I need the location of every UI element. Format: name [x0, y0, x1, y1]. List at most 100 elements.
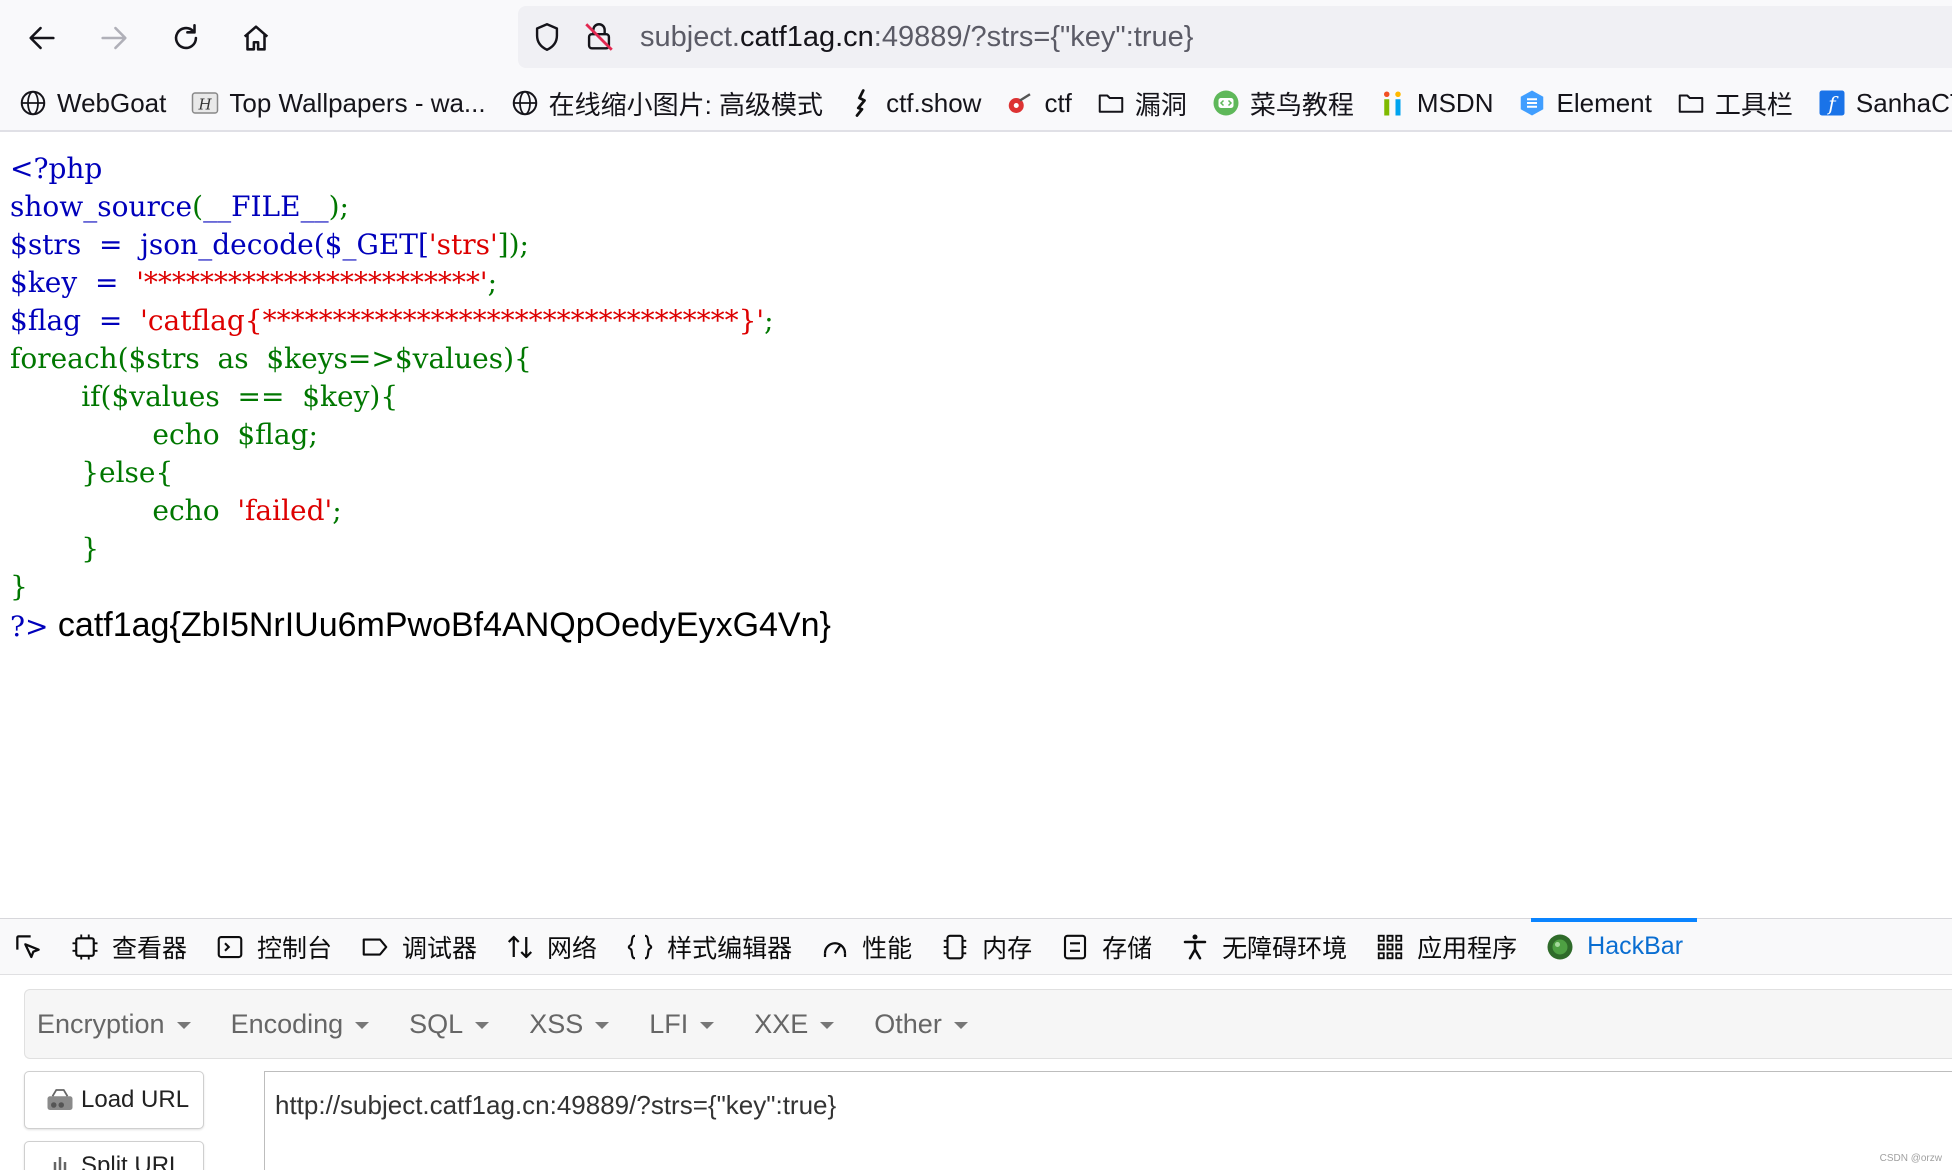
- address-bar[interactable]: subject.catf1ag.cn:49889/?strs={"key":tr…: [518, 6, 1952, 68]
- code-line: ?>: [10, 610, 49, 643]
- tab-hackbar[interactable]: HackBar: [1531, 917, 1697, 975]
- performance-icon: [823, 941, 847, 957]
- bookmark-sanhactf[interactable]: f SanhaCTF: [1817, 88, 1952, 119]
- navigation-toolbar: subject.catf1ag.cn:49889/?strs={"key":tr…: [0, 0, 1952, 76]
- bookmark-label: 在线缩小图片: 高级模式: [548, 89, 824, 120]
- folder-icon: [1096, 88, 1126, 118]
- tab-storage[interactable]: 存储: [1046, 919, 1166, 975]
- element-icon: [1517, 88, 1547, 118]
- debugger-icon: [362, 937, 388, 956]
- hackbar-menu-lfi[interactable]: LFI: [649, 1008, 715, 1040]
- home-button[interactable]: [232, 14, 280, 62]
- bookmark-folder-tools[interactable]: 工具栏: [1676, 85, 1793, 122]
- code-string: 'failed': [237, 494, 333, 527]
- url-prefix: subject.: [640, 21, 740, 53]
- tab-label: 应用程序: [1417, 934, 1518, 963]
- menu-label: Encryption: [37, 1008, 165, 1039]
- caret-down-icon: [475, 1022, 490, 1029]
- bookmark-webgoat[interactable]: WebGoat: [18, 88, 166, 119]
- ctfshow-icon: [847, 88, 877, 118]
- storage-icon: [1064, 934, 1087, 959]
- tab-accessibility[interactable]: 无障碍环境: [1166, 919, 1361, 975]
- code-line: echo $flag;: [10, 418, 318, 451]
- tab-inspector[interactable]: 查看器: [56, 919, 201, 975]
- caret-down-icon: [595, 1022, 610, 1029]
- style-editor-icon: [627, 934, 653, 959]
- memory-icon: [943, 934, 967, 959]
- sanhactf-icon: f: [1817, 88, 1847, 118]
- hackbar-menu-xxe[interactable]: XXE: [754, 1008, 835, 1040]
- bookmark-label: WebGoat: [57, 87, 167, 118]
- shield-icon[interactable]: [530, 20, 564, 54]
- insecure-lock-icon[interactable]: [582, 20, 616, 54]
- caret-down-icon: [953, 1022, 968, 1029]
- url-text[interactable]: subject.catf1ag.cn:49889/?strs={"key":tr…: [640, 21, 1193, 54]
- bookmark-top-wallpapers[interactable]: H Top Wallpapers - wa...: [190, 87, 486, 119]
- hackbar-menu-encryption[interactable]: Encryption: [37, 1009, 191, 1040]
- bookmark-label: ctf: [1044, 87, 1072, 118]
- hackbar-menu-other[interactable]: Other: [874, 1009, 968, 1040]
- bookmark-folder-vuln[interactable]: 漏洞: [1096, 85, 1187, 122]
- home-icon: [243, 25, 269, 51]
- bookmark-label: MSDN: [1416, 87, 1494, 118]
- menu-label: Other: [874, 1008, 942, 1039]
- globe-icon: [510, 88, 540, 118]
- bookmark-ctf[interactable]: ctf: [1005, 87, 1072, 119]
- hackbar-menu-encoding[interactable]: Encoding: [231, 1009, 370, 1040]
- tab-memory[interactable]: 内存: [926, 919, 1046, 975]
- code-string: '************************': [136, 266, 488, 299]
- tab-label: 调试器: [402, 934, 478, 963]
- reload-button[interactable]: [162, 14, 210, 62]
- folder-icon: [1676, 88, 1706, 118]
- hackbar-menu-sql[interactable]: SQL: [409, 1009, 490, 1040]
- tab-performance[interactable]: 性能: [806, 919, 926, 975]
- ctf-icon: [1005, 88, 1035, 118]
- tab-console[interactable]: 控制台: [201, 919, 346, 975]
- flag-output: catf1ag{ZbI5NrIUu6mPwoBf4ANQpOedyEyxG4Vn…: [48, 606, 831, 644]
- code-line: ]);: [497, 228, 529, 261]
- hackbar-url-textarea[interactable]: http://subject.catf1ag.cn:49889/?strs={"…: [264, 1071, 1952, 1170]
- tab-application[interactable]: 应用程序: [1361, 919, 1531, 975]
- load-url-icon: [47, 1089, 73, 1110]
- tab-style-editor[interactable]: 样式编辑器: [611, 919, 806, 975]
- tab-network[interactable]: 网络: [491, 919, 611, 975]
- bookmark-element[interactable]: Element: [1517, 88, 1652, 119]
- wallpaper-icon: H: [190, 88, 220, 118]
- caret-down-icon: [176, 1022, 191, 1029]
- bookmark-label: 菜鸟教程: [1249, 89, 1354, 120]
- menu-label: XXE: [754, 1008, 809, 1039]
- hackbar-menu: Encryption Encoding SQL XSS LFI XXE Othe…: [24, 989, 1952, 1059]
- bookmark-runoob[interactable]: 菜鸟教程: [1211, 85, 1354, 122]
- code-string: 'catflag{*******************************…: [140, 304, 765, 337]
- bookmark-label: Top Wallpapers - wa...: [229, 87, 486, 118]
- code-line: if($values == $key){: [10, 380, 399, 413]
- tab-debugger[interactable]: 调试器: [346, 919, 491, 975]
- globe-icon: [18, 88, 48, 118]
- tab-label: 样式编辑器: [667, 934, 793, 963]
- code-line: __FILE__: [203, 190, 329, 223]
- forward-button[interactable]: [90, 14, 138, 62]
- menu-label: LFI: [649, 1008, 689, 1039]
- load-url-button[interactable]: Load URL: [24, 1071, 204, 1129]
- code-line: }: [10, 570, 28, 603]
- caret-down-icon: [700, 1022, 715, 1029]
- back-button[interactable]: [18, 14, 66, 62]
- button-label: Split URL: [81, 1152, 183, 1170]
- bookmark-image-resize[interactable]: 在线缩小图片: 高级模式: [510, 85, 823, 122]
- devtools-tabbar: 查看器 控制台 调试器 网络 样式编辑器 性能 内存 存储 无障碍环境 应用程序…: [0, 917, 1952, 975]
- tab-label: 内存: [982, 934, 1033, 963]
- hackbar-menu-xss[interactable]: XSS: [529, 1009, 610, 1040]
- bookmark-msdn[interactable]: MSDN: [1378, 87, 1494, 119]
- code-line: $flag =: [10, 304, 141, 337]
- code-line: $strs = json_decode($_GET[: [10, 228, 429, 261]
- devtools-panel: 查看器 控制台 调试器 网络 样式编辑器 性能 内存 存储 无障碍环境 应用程序…: [0, 917, 1952, 1170]
- msdn-icon: [1378, 88, 1408, 118]
- tab-label: HackBar: [1587, 932, 1684, 960]
- split-url-button[interactable]: Split URL: [24, 1141, 204, 1170]
- code-line: <?php: [10, 152, 103, 185]
- bookmark-ctfshow[interactable]: ctf.show: [847, 88, 981, 119]
- bookmarks-bar: WebGoat H Top Wallpapers - wa... 在线缩小图片:…: [0, 76, 1952, 132]
- element-picker-button[interactable]: [0, 919, 56, 975]
- accessibility-icon: [1183, 934, 1207, 959]
- reload-icon: [174, 23, 198, 50]
